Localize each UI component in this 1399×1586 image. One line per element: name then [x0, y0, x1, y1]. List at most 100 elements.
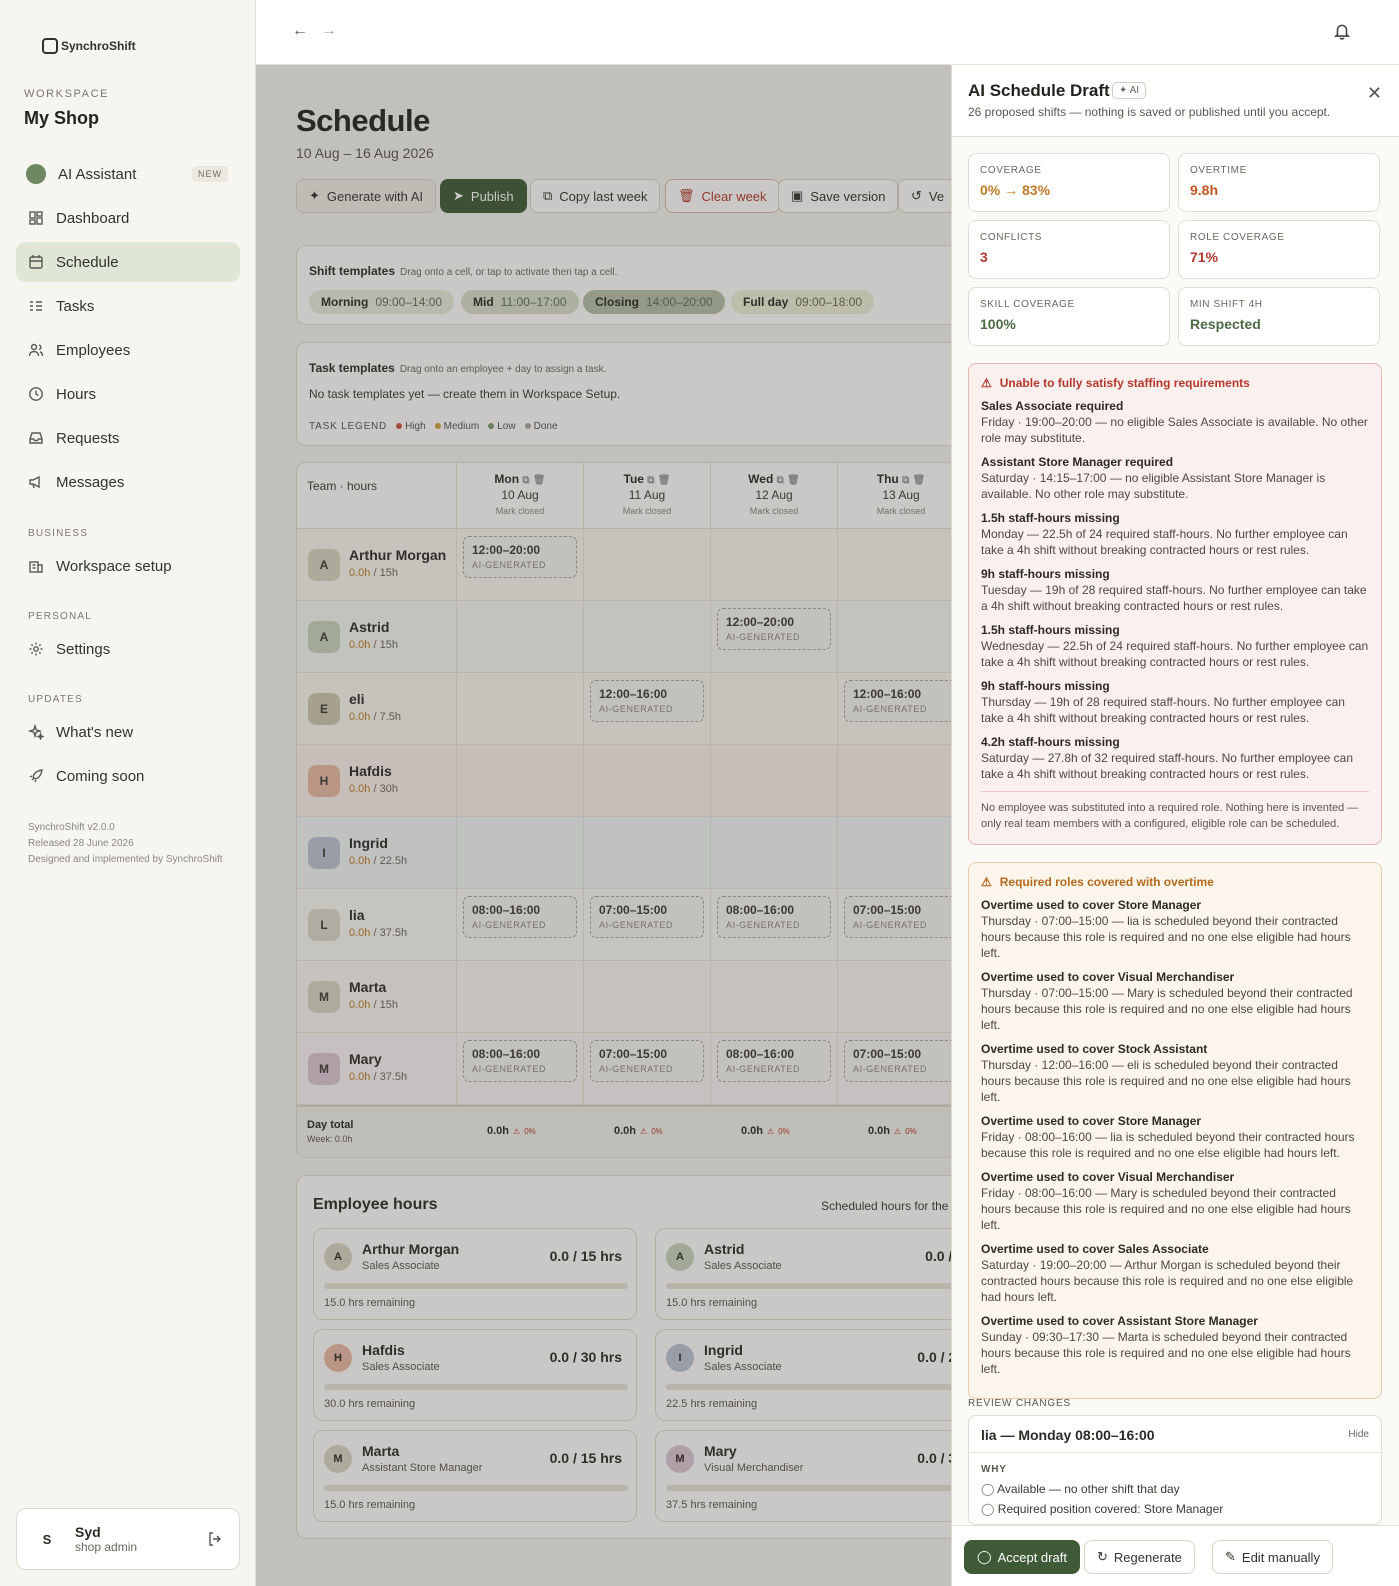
warning-item: Overtime used to cover Store Manager Frid…: [981, 1114, 1369, 1161]
nav-dashboard[interactable]: Dashboard: [16, 198, 240, 238]
accept-draft-button[interactable]: ◯ Accept draft: [964, 1540, 1080, 1574]
item-text: Friday · 08:00–16:00 — lia is scheduled …: [981, 1130, 1355, 1160]
item-title: Overtime used to cover Sales Associate: [981, 1242, 1209, 1256]
item-text: Thursday · 12:00–16:00 — eli is schedule…: [981, 1058, 1351, 1104]
app-name: SynchroShift: [61, 39, 136, 53]
item-title: 9h staff-hours missing: [981, 679, 1110, 693]
item-text: Friday · 19:00–20:00 — no eligible Sales…: [981, 415, 1368, 445]
stat-card: COVERAGE 0% → 83%: [968, 153, 1170, 212]
change-card[interactable]: lia — Monday 08:00–16:00 Hide WHY ◯ Avai…: [968, 1415, 1382, 1525]
staffing-warning: ⚠ Unable to fully satisfy staffing requir…: [968, 363, 1382, 845]
warning-icon: ⚠: [981, 376, 992, 390]
overtime-warning: ⚠ Required roles covered with overtime Ov…: [968, 862, 1382, 1399]
ai-badge-text: AI: [1129, 85, 1140, 96]
forward-arrow-icon[interactable]: →: [321, 22, 337, 40]
nav-label: Messages: [56, 473, 125, 491]
building-icon: [28, 558, 44, 574]
app-logo[interactable]: SynchroShift: [42, 38, 136, 54]
button-label: Accept draft: [997, 1549, 1067, 1565]
back-arrow-icon[interactable]: ←: [292, 22, 308, 40]
ai-draft-panel: AI Schedule Draft ✦ AI 26 proposed shift…: [951, 65, 1399, 1586]
ai-badge: ✦ AI: [1112, 82, 1147, 99]
panel-footer: ◯ Accept draft ↻ Regenerate ✎ Edit manually: [952, 1525, 1399, 1586]
check-circle-icon: ◯: [981, 1502, 995, 1516]
nav-schedule[interactable]: Schedule: [16, 242, 240, 282]
nav-requests[interactable]: Requests: [16, 418, 240, 458]
box-title: Unable to fully satisfy staffing require…: [999, 376, 1250, 390]
megaphone-icon: [28, 474, 44, 490]
warning-item: Assistant Store Manager required Saturday…: [981, 455, 1369, 502]
stat-label: OVERTIME: [1190, 165, 1247, 176]
nav-settings[interactable]: Settings: [16, 629, 240, 669]
nav-label: Employees: [56, 341, 131, 359]
nav-messages[interactable]: Messages: [16, 462, 240, 502]
overtime-list: Overtime used to cover Store Manager Thur…: [981, 898, 1369, 1377]
panel-header: AI Schedule Draft ✦ AI 26 proposed shift…: [952, 65, 1399, 137]
item-text: Saturday · 19:00–20:00 — Arthur Morgan i…: [981, 1258, 1354, 1304]
nav-label: Workspace setup: [56, 557, 172, 575]
button-label: Regenerate: [1113, 1549, 1182, 1565]
nav-workspace-setup[interactable]: Workspace setup: [16, 546, 240, 586]
stat-card: ROLE COVERAGE 71%: [1178, 220, 1380, 279]
user-name: Syd: [75, 1524, 101, 1540]
warning-item: 1.5h staff-hours missing Monday — 22.5h o…: [981, 511, 1369, 558]
warning-item: Overtime used to cover Sales Associate Sa…: [981, 1242, 1369, 1305]
nav-label: AI Assistant: [58, 165, 137, 183]
new-badge: NEW: [192, 166, 228, 182]
edit-manually-button[interactable]: ✎ Edit manually: [1212, 1540, 1333, 1574]
warning-item: Overtime used to cover Store Manager Thur…: [981, 898, 1369, 961]
panel-title: AI Schedule Draft: [968, 81, 1110, 100]
nav-whats-new[interactable]: What's new: [16, 712, 240, 752]
stat-card: SKILL COVERAGE 100%: [968, 287, 1170, 346]
stat-value: 0% → 83%: [980, 182, 1051, 198]
stat-value: 9.8h: [1190, 182, 1219, 198]
hide-button[interactable]: Hide: [1348, 1429, 1369, 1440]
item-text: Thursday · 07:00–15:00 — Mary is schedul…: [981, 986, 1353, 1032]
warning-item: Overtime used to cover Assistant Store M…: [981, 1314, 1369, 1377]
staffing-footer: No employee was substituted into a requi…: [981, 791, 1369, 832]
stat-card: OVERTIME 9.8h: [1178, 153, 1380, 212]
stat-label: MIN SHIFT 4H: [1190, 299, 1263, 310]
item-title: Sales Associate required: [981, 399, 1124, 413]
item-text: Thursday — 19h of 28 required staff-hour…: [981, 695, 1345, 725]
section-updates: UPDATES: [28, 694, 83, 705]
stat-value: 3: [980, 249, 988, 265]
nav-coming-soon[interactable]: Coming soon: [16, 756, 240, 796]
inbox-icon: [28, 430, 44, 446]
workspace-name[interactable]: My Shop: [24, 108, 99, 129]
stat-value: 100%: [980, 316, 1016, 332]
user-card[interactable]: S Syd shop admin: [16, 1508, 240, 1570]
grid-icon: [28, 210, 44, 226]
item-title: Overtime used to cover Store Manager: [981, 1114, 1202, 1128]
top-bar: ← →: [256, 0, 1399, 65]
item-text: Saturday · 14:15–17:00 — no eligible Ass…: [981, 471, 1326, 501]
nav-label: Tasks: [56, 297, 95, 315]
reason-text: Required position covered: Store Manager: [997, 1502, 1224, 1516]
nav-label: Settings: [56, 640, 111, 658]
item-title: Assistant Store Manager required: [981, 455, 1174, 469]
warning-item: Overtime used to cover Stock Assistant Th…: [981, 1042, 1369, 1105]
nav-hours[interactable]: Hours: [16, 374, 240, 414]
sparkle-icon: [28, 724, 44, 740]
regenerate-button[interactable]: ↻ Regenerate: [1084, 1540, 1195, 1574]
check-circle-icon: ◯: [981, 1482, 995, 1496]
logout-icon[interactable]: [207, 1531, 223, 1547]
nav-ai-assistant[interactable]: AI Assistant NEW: [16, 154, 240, 194]
bell-icon[interactable]: [1333, 22, 1351, 40]
warning-item: Sales Associate required Friday · 19:00–2…: [981, 399, 1369, 446]
stat-label: SKILL COVERAGE: [980, 299, 1075, 310]
checklist-icon: [28, 298, 44, 314]
item-title: Overtime used to cover Visual Merchandis…: [981, 1170, 1235, 1184]
item-text: Tuesday — 19h of 28 required staff-hours…: [981, 583, 1367, 613]
close-icon[interactable]: ✕: [1367, 83, 1382, 104]
nav-employees[interactable]: Employees: [16, 330, 240, 370]
users-icon: [28, 342, 44, 358]
refresh-icon: ↻: [1097, 1549, 1108, 1564]
item-text: Wednesday — 22.5h of 24 required staff-h…: [981, 639, 1369, 669]
credit: Designed and implemented by SynchroShift: [28, 854, 223, 865]
overtime-warning-title: ⚠ Required roles covered with overtime: [981, 875, 1369, 889]
modal-backdrop[interactable]: [256, 65, 951, 1586]
item-title: Overtime used to cover Stock Assistant: [981, 1042, 1208, 1056]
nav-tasks[interactable]: Tasks: [16, 286, 240, 326]
item-text: Saturday — 27.8h of 32 required staff-ho…: [981, 751, 1353, 781]
